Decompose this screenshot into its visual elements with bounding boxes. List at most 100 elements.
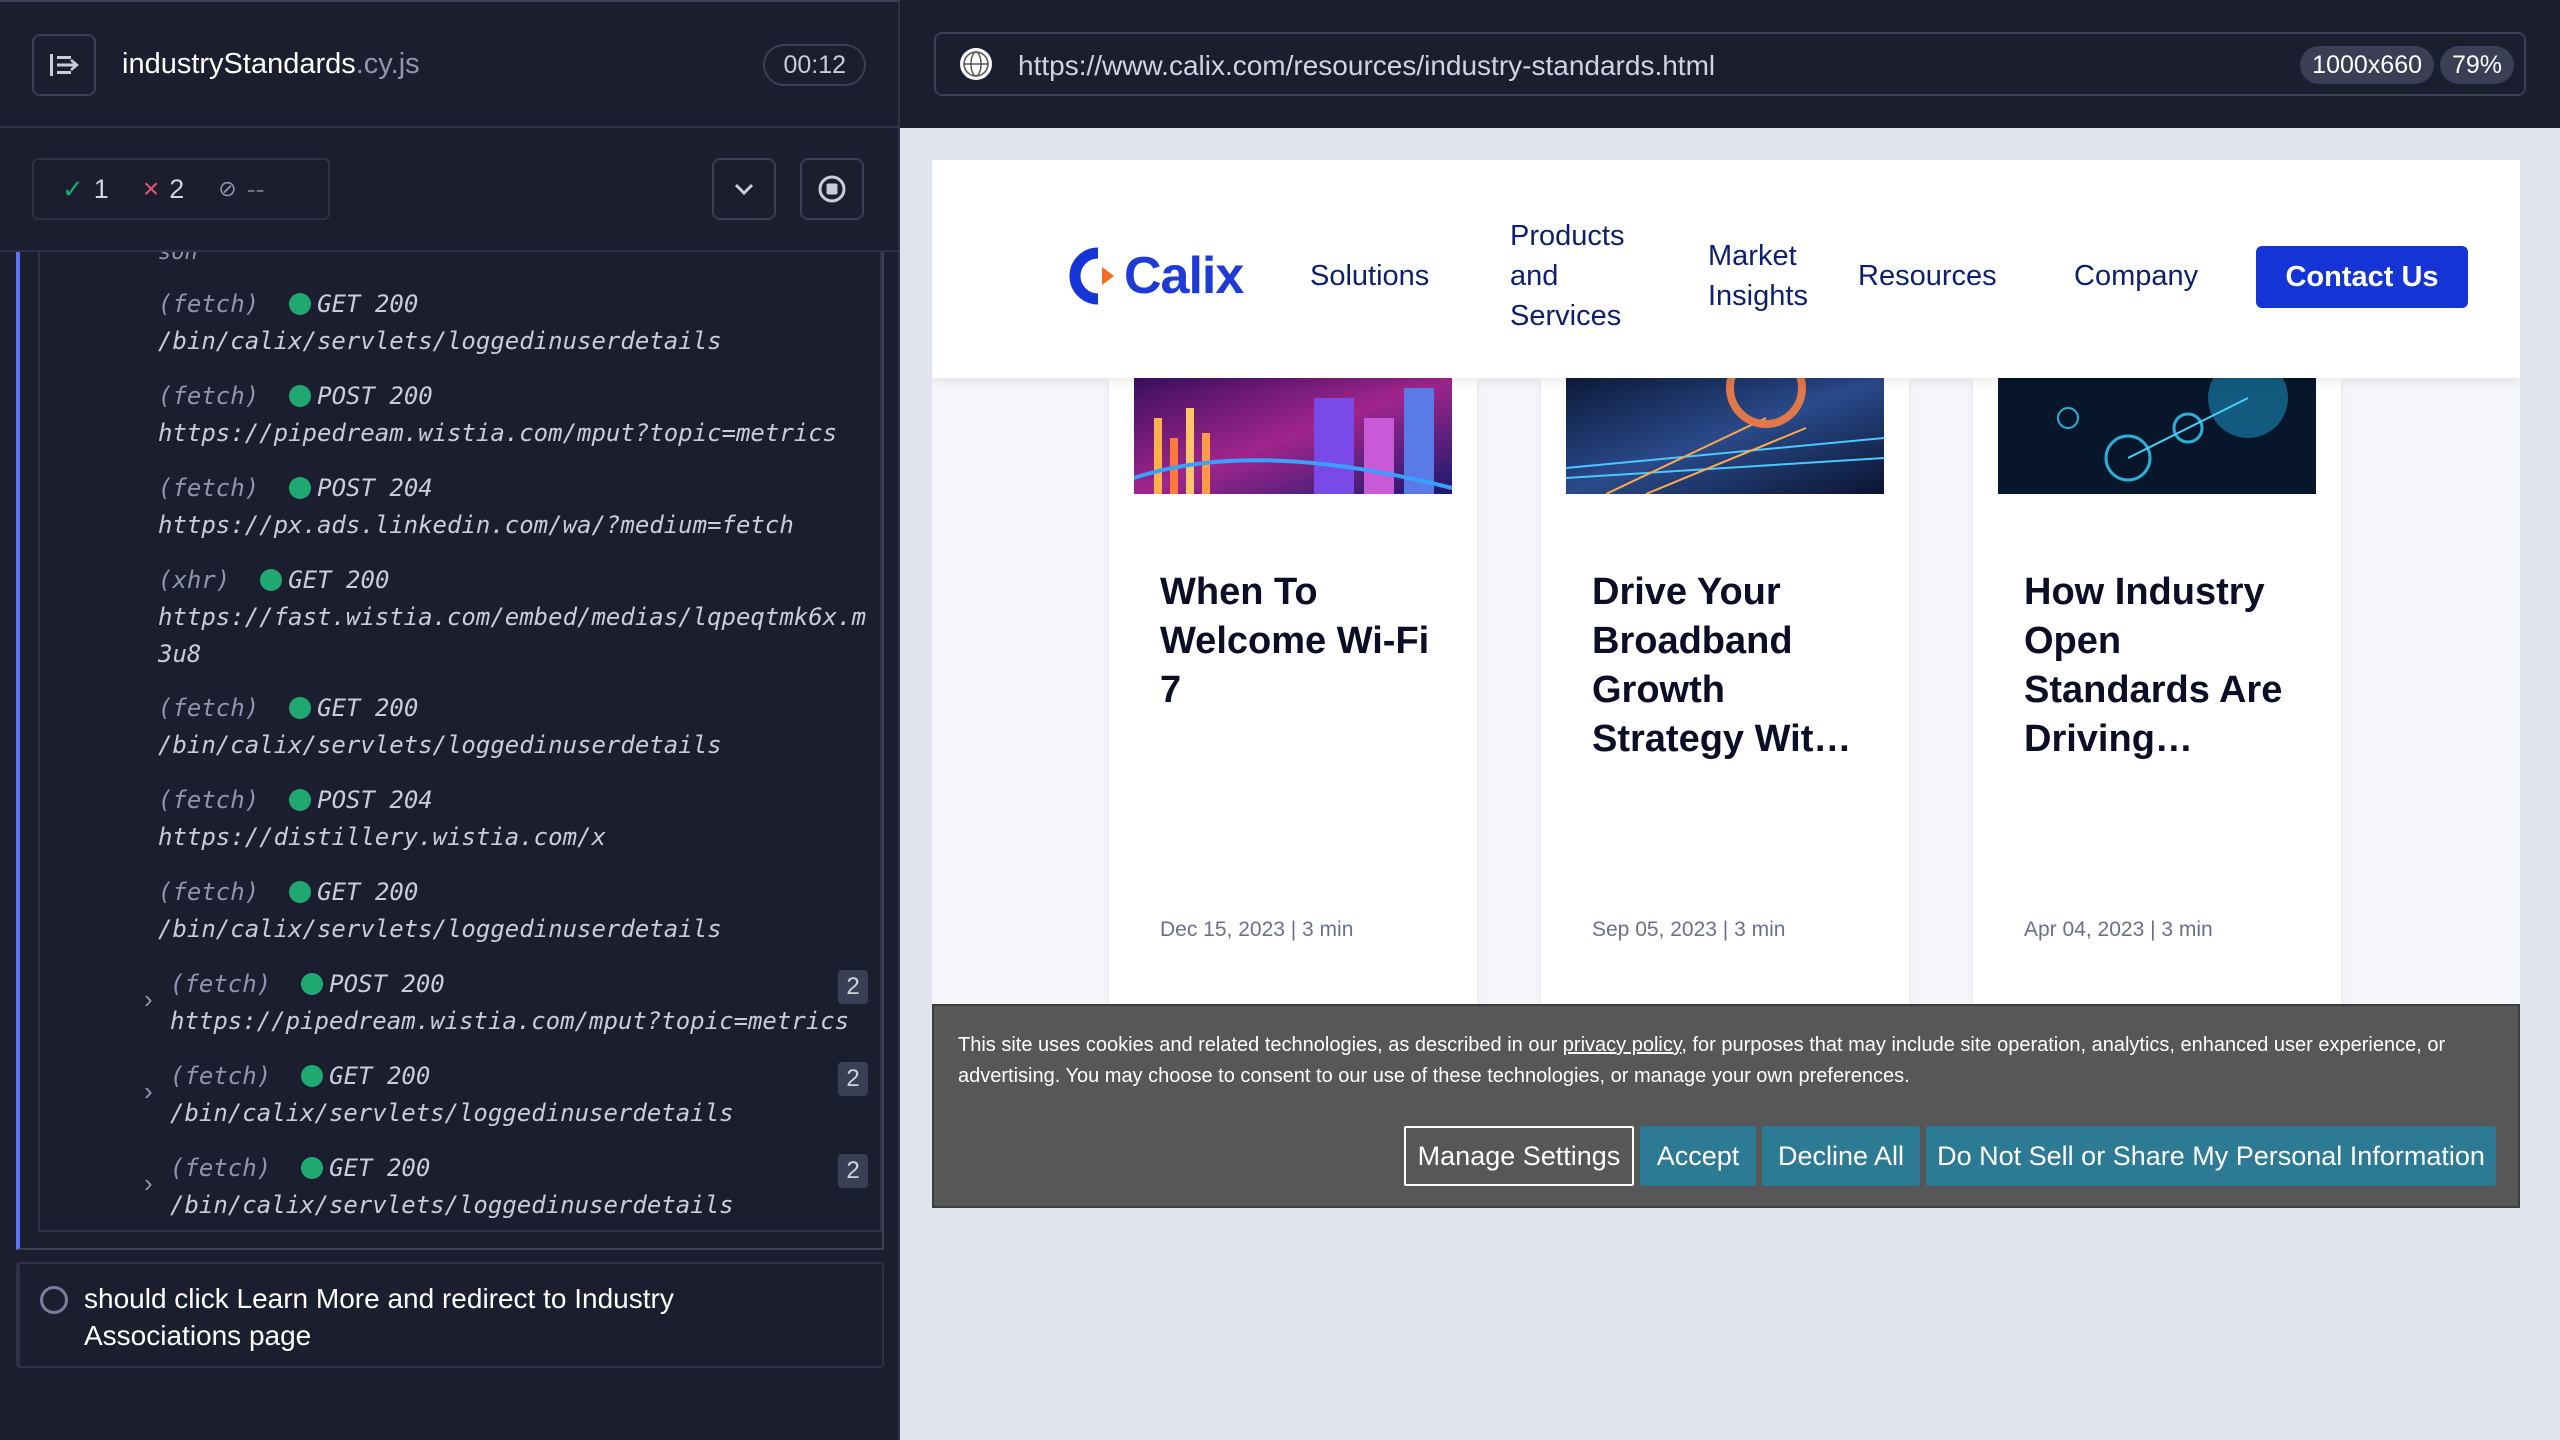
log-type: (fetch) [158, 290, 260, 318]
log-url: https://pipedream.wistia.com/mput?topic=… [170, 1007, 850, 1035]
log-url: /bin/calix/servlets/loggedinuserdetails [158, 327, 722, 355]
chevron-right-icon[interactable]: › [144, 984, 164, 1014]
log-method: GET 200 [329, 1062, 431, 1090]
calix-logo-mark [1069, 247, 1114, 305]
card-image [1566, 378, 1884, 494]
nav-label-line: and [1510, 260, 1559, 292]
decline-all-button[interactable]: Decline All [1762, 1126, 1920, 1186]
expand-collapse-button[interactable] [712, 158, 776, 220]
status-dot [301, 973, 324, 995]
log-entry[interactable]: (fetch) POST 200 https://pipedream.wistia… [158, 378, 837, 452]
accept-button[interactable]: Accept [1640, 1126, 1756, 1186]
globe-icon [960, 48, 992, 80]
url-bar[interactable]: https://www.calix.com/resources/industry… [934, 32, 2526, 96]
log-type: (fetch) [158, 786, 260, 814]
spec-extension: .cy.js [355, 48, 420, 80]
chevron-right-icon[interactable]: › [144, 1168, 164, 1198]
grouped-log-entry[interactable]: (fetch) GET 200 /bin/calix/servlets/logge… [170, 1058, 734, 1132]
pending-stat: ⊘ -- [218, 174, 264, 205]
card-image [1134, 378, 1452, 494]
test-item[interactable]: should click Learn More and redirect to … [16, 1262, 884, 1368]
aut-panel: https://www.calix.com/resources/industry… [900, 0, 2560, 1440]
contact-us-button[interactable]: Contact Us [2256, 246, 2468, 308]
log-entry[interactable]: (fetch) GET 200 /bin/calix/servlets/logge… [158, 874, 722, 948]
stop-icon [818, 175, 846, 203]
test-title: should click Learn More and redirect to … [84, 1283, 674, 1351]
log-url: https://distillery.wistia.com/x [158, 823, 606, 851]
sidebar-toggle-icon [50, 54, 79, 76]
nav-company[interactable]: Company [2074, 256, 2198, 296]
card-meta: Dec 15, 2023 | 3 min [1160, 918, 1354, 941]
url-text: https://www.calix.com/resources/industry… [1018, 50, 1716, 81]
cookie-banner: This site uses cookies and related techn… [932, 1004, 2520, 1208]
run-timer: 00:12 [763, 44, 866, 86]
log-method: POST 204 [317, 474, 433, 502]
log-type: (fetch) [170, 970, 272, 998]
toggle-specs-button[interactable] [32, 34, 96, 96]
log-type: (fetch) [158, 474, 260, 502]
log-type: (fetch) [170, 1154, 272, 1182]
log-method: GET 200 [317, 878, 419, 906]
spec-header: industryStandards.cy.js 00:12 [0, 0, 900, 128]
viewport-size-badge[interactable]: 1000x660 [2300, 46, 2434, 84]
stop-button[interactable] [800, 158, 864, 220]
log-url: /bin/calix/servlets/loggedinuserdetails [170, 1099, 734, 1127]
log-url: https://pipedream.wistia.com/mput?topic=… [158, 419, 838, 447]
zoom-badge[interactable]: 79% [2439, 46, 2514, 84]
log-entry[interactable]: (fetch) GET 200 /bin/calix/servlets/logge… [158, 286, 722, 360]
log-entry[interactable]: (fetch) GET 200 /bin/calix/servlets/logge… [158, 690, 722, 764]
grouped-log-entry[interactable]: (fetch) GET 200 /bin/calix/servlets/logge… [170, 1150, 734, 1224]
card-meta: Sep 05, 2023 | 3 min [1592, 918, 1786, 941]
card-title: How Industry Open Standards Are Driving… [2024, 571, 2283, 760]
log-count-badge: 2 [838, 1062, 868, 1096]
x-icon: × [142, 173, 160, 204]
cookie-text: This site uses cookies and related techn… [958, 1030, 2488, 1092]
status-dot [289, 477, 312, 499]
test-stats: ✓ 1 × 2 ⊘ -- [32, 158, 330, 220]
do-not-sell-button[interactable]: Do Not Sell or Share My Personal Informa… [1926, 1126, 2496, 1186]
log-url: https://fast.wistia.com/embed/medias/lqp… [158, 603, 867, 668]
chevron-right-icon[interactable]: › [144, 1076, 164, 1106]
status-dot [289, 789, 312, 811]
failed-stat: × 2 [143, 173, 184, 205]
nav-resources[interactable]: Resources [1858, 256, 1997, 296]
log-url: https://px.ads.linkedin.com/wa/?medium=f… [158, 511, 794, 539]
nav-products-services[interactable]: Products and Services [1510, 216, 1624, 336]
status-dot [301, 1065, 324, 1087]
spec-filename: industryStandards.cy.js [122, 48, 420, 81]
status-dot [289, 881, 312, 903]
status-dot [289, 385, 312, 407]
privacy-policy-link[interactable]: privacy policy [1563, 1034, 1682, 1056]
nav-label-line: Insights [1708, 280, 1808, 312]
log-url: /bin/calix/servlets/loggedinuserdetails [158, 731, 722, 759]
nav-label-line: Market [1708, 240, 1797, 272]
log-type: (xhr) [158, 566, 231, 594]
nav-market-insights[interactable]: Market Insights [1708, 236, 1808, 316]
status-dot [301, 1157, 324, 1179]
command-log: son (fetch) GET 200 /bin/calix/servlets/l… [16, 252, 884, 1250]
log-method: GET 200 [329, 1154, 431, 1182]
log-type: (fetch) [158, 694, 260, 722]
log-method: POST 200 [329, 970, 445, 998]
passed-count: 1 [93, 173, 109, 204]
log-method: GET 200 [317, 290, 419, 318]
log-count-badge: 2 [838, 970, 868, 1004]
log-entry[interactable]: (fetch) POST 204 https://px.ads.linkedin.… [158, 470, 794, 544]
log-count-badge: 2 [838, 1154, 868, 1188]
truncated-log-text: son [158, 252, 198, 265]
log-entry[interactable]: (xhr) GET 200 https://fast.wistia.com/emb… [158, 562, 878, 673]
nav-label-line: Products [1510, 220, 1625, 252]
aut-header: https://www.calix.com/resources/industry… [900, 0, 2560, 128]
card-meta: Apr 04, 2023 | 3 min [2024, 918, 2213, 941]
nav-solutions[interactable]: Solutions [1310, 256, 1429, 296]
spec-name-text: industryStandards [122, 48, 356, 80]
log-type: (fetch) [158, 878, 260, 906]
grouped-log-entry[interactable]: (fetch) POST 200 https://pipedream.wistia… [170, 966, 849, 1040]
command-log-inner: son (fetch) GET 200 /bin/calix/servlets/l… [38, 252, 882, 1232]
cypress-runner: industryStandards.cy.js 00:12 ✓ 1 × 2 ⊘ -- … [0, 0, 2560, 1440]
log-entry[interactable]: (fetch) POST 204 https://distillery.wisti… [158, 782, 606, 856]
manage-settings-button[interactable]: Manage Settings [1404, 1126, 1634, 1186]
calix-logo[interactable]: Calix [1058, 246, 1244, 306]
log-method: GET 200 [288, 566, 390, 594]
status-dot [289, 697, 312, 719]
